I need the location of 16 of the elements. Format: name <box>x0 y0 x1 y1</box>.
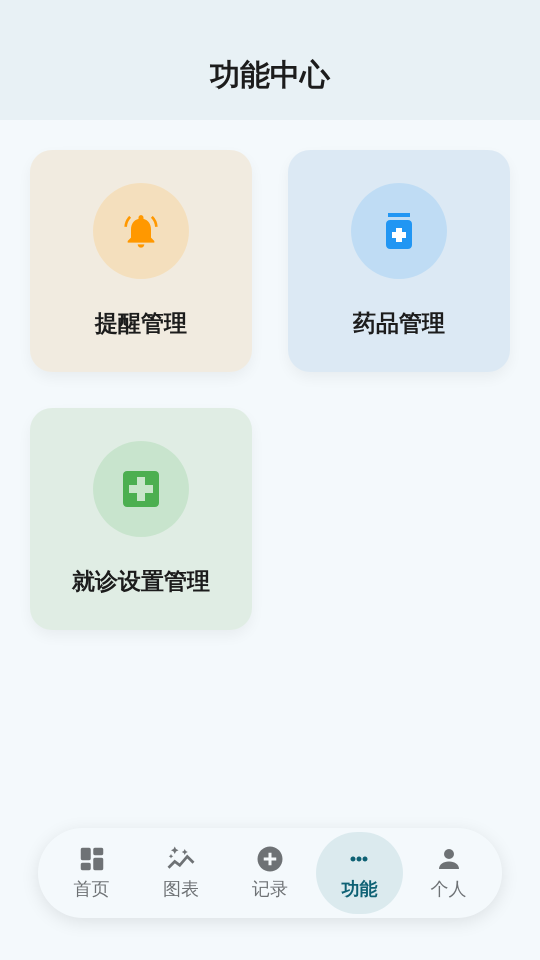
feature-card[interactable]: 提醒管理 <box>30 150 252 372</box>
nav-tab[interactable]: 功能 <box>316 832 403 914</box>
medical-cross-icon <box>123 471 159 507</box>
feature-label: 提醒管理 <box>95 310 187 339</box>
nav-tab[interactable]: 记录 <box>226 832 314 914</box>
feature-card[interactable]: 药品管理 <box>288 150 510 372</box>
feature-card[interactable]: 就诊设置管理 <box>30 408 252 630</box>
medicine-bottle-icon <box>383 211 415 251</box>
add-circle-icon <box>255 844 285 874</box>
feature-label: 药品管理 <box>353 310 445 339</box>
nav-tab[interactable]: 首页 <box>48 832 135 914</box>
page-title: 功能中心 <box>210 57 330 95</box>
more-icon <box>348 856 370 862</box>
feature-label: 就诊设置管理 <box>72 568 210 597</box>
nav-tab[interactable]: 图表 <box>137 832 224 914</box>
nav-tab[interactable]: 个人 <box>405 832 492 914</box>
